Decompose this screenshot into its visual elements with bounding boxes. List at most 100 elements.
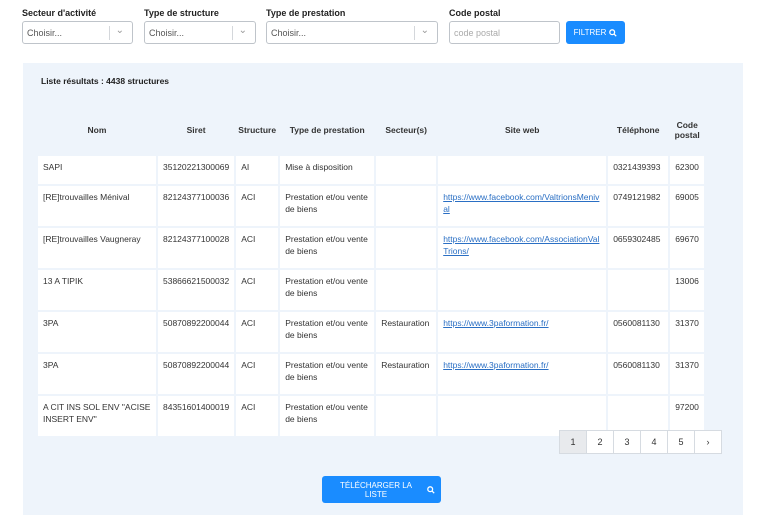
- cell-structure: ACI: [236, 312, 279, 352]
- cell-structure: ACI: [236, 186, 279, 226]
- filter-bar: Secteur d'activité Choisir... ⌄ Type de …: [22, 8, 742, 48]
- cell-nom: 13 A TIPIK: [38, 270, 156, 310]
- secteur-select-value: Choisir...: [27, 28, 63, 38]
- cell-siret: 35120221300069: [158, 156, 235, 184]
- cell-siret: 82124377100028: [158, 228, 235, 268]
- results-table: Nom Siret Structure Type de prestation S…: [36, 103, 706, 438]
- search-icon: [609, 28, 618, 37]
- column-header: Secteur(s): [385, 124, 427, 135]
- table-row: [RE]trouvailles Vaugneray 82124377100028…: [38, 228, 705, 268]
- cell-code-postal: 69670: [670, 228, 705, 268]
- cell-structure: ACI: [236, 228, 279, 268]
- cell-site: https://www.facebook.com/ValtrionsMeniva…: [438, 186, 607, 226]
- cell-siret: 84351601400019: [158, 396, 235, 436]
- cell-code-postal: 31370: [670, 312, 705, 352]
- type-prestation-select[interactable]: Choisir... ⌄: [266, 21, 438, 44]
- site-link[interactable]: https://www.facebook.com/AssociationValT…: [443, 234, 599, 256]
- column-header: Type de prestation: [289, 124, 365, 135]
- results-panel: Liste résultats : 4438 structures Nom Si…: [23, 63, 743, 515]
- column-header: Structure: [238, 124, 277, 135]
- type-structure-select[interactable]: Choisir... ⌄: [144, 21, 256, 44]
- cell-type: Prestation et/ou vente de biens: [280, 186, 375, 226]
- cell-secteur: Restauration: [376, 354, 437, 394]
- cell-type: Mise à disposition: [280, 156, 375, 184]
- table-row: 3PA 50870892200044 ACI Prestation et/ou …: [38, 312, 705, 352]
- page-4-button[interactable]: 4: [640, 430, 668, 454]
- table-header-row: Nom Siret Structure Type de prestation S…: [38, 105, 704, 154]
- cell-structure: ACI: [236, 396, 279, 436]
- type-structure-select-value: Choisir...: [149, 28, 185, 38]
- cell-type: Prestation et/ou vente de biens: [280, 228, 375, 268]
- type-structure-label: Type de structure: [144, 8, 219, 18]
- chevron-down-icon: ⌄: [420, 25, 429, 36]
- download-button-label: TÉLÉCHARGER LA LISTE: [339, 480, 413, 499]
- cell-siret: 50870892200044: [158, 354, 235, 394]
- chevron-down-icon: ⌄: [238, 25, 247, 36]
- cell-secteur: [376, 228, 437, 268]
- cell-type: Prestation et/ou vente de biens: [280, 312, 375, 352]
- select-divider: [414, 26, 415, 40]
- cell-structure: ACI: [236, 354, 279, 394]
- cell-type: Prestation et/ou vente de biens: [280, 396, 375, 436]
- cell-siret: 50870892200044: [158, 312, 235, 352]
- cell-secteur: [376, 156, 437, 184]
- results-count: Liste résultats : 4438 structures: [41, 76, 170, 86]
- cell-secteur: [376, 186, 437, 226]
- column-header: Téléphone: [616, 124, 660, 135]
- search-icon: [427, 485, 435, 494]
- column-header: Nom: [87, 124, 107, 135]
- site-link[interactable]: https://www.3paformation.fr/: [443, 360, 548, 370]
- cell-code-postal: 62300: [670, 156, 705, 184]
- type-prestation-select-value: Choisir...: [271, 28, 307, 38]
- cell-telephone: 0321439393: [608, 156, 669, 184]
- cell-nom: 3PA: [38, 312, 156, 352]
- cell-telephone: 0560081130: [608, 354, 669, 394]
- page-2-button[interactable]: 2: [586, 430, 614, 454]
- page-3-button[interactable]: 3: [613, 430, 641, 454]
- cell-nom: SAPI: [38, 156, 156, 184]
- table-row: 13 A TIPIK 53866621500032 ACI Prestation…: [38, 270, 705, 310]
- page-5-button[interactable]: 5: [667, 430, 695, 454]
- cell-nom: [RE]trouvailles Vaugneray: [38, 228, 156, 268]
- cell-code-postal: 69005: [670, 186, 705, 226]
- pagination: 1 2 3 4 5 ›: [559, 430, 722, 454]
- next-page-button[interactable]: ›: [694, 430, 722, 454]
- cell-secteur: [376, 396, 437, 436]
- secteur-label: Secteur d'activité: [22, 8, 97, 18]
- cell-structure: AI: [236, 156, 279, 184]
- column-header: Code postal: [674, 119, 700, 140]
- table-row: SAPI 35120221300069 AI Mise à dispositio…: [38, 156, 705, 184]
- code-postal-label: Code postal: [449, 8, 501, 18]
- cell-telephone: 0560081130: [608, 312, 669, 352]
- site-link[interactable]: https://www.3paformation.fr/: [443, 318, 548, 328]
- cell-siret: 82124377100036: [158, 186, 235, 226]
- cell-site: https://www.3paformation.fr/: [438, 354, 607, 394]
- cell-telephone: 0659302485: [608, 228, 669, 268]
- cell-code-postal: 31370: [670, 354, 705, 394]
- cell-site: [438, 270, 607, 310]
- cell-siret: 53866621500032: [158, 270, 235, 310]
- cell-type: Prestation et/ou vente de biens: [280, 270, 375, 310]
- filter-button-label: FILTRER: [573, 28, 607, 37]
- table-row: [RE]trouvailles Ménival 82124377100036 A…: [38, 186, 705, 226]
- cell-code-postal: 13006: [670, 270, 705, 310]
- secteur-select[interactable]: Choisir... ⌄: [22, 21, 133, 44]
- cell-type: Prestation et/ou vente de biens: [280, 354, 375, 394]
- column-header: Site web: [504, 124, 540, 135]
- cell-telephone: 0749121982: [608, 186, 669, 226]
- select-divider: [232, 26, 233, 40]
- cell-telephone: [608, 270, 669, 310]
- page-1-button[interactable]: 1: [559, 430, 587, 454]
- filter-button[interactable]: FILTRER: [566, 21, 625, 44]
- table-row: 3PA 50870892200044 ACI Prestation et/ou …: [38, 354, 705, 394]
- select-divider: [109, 26, 110, 40]
- chevron-down-icon: ⌄: [115, 25, 124, 36]
- site-link[interactable]: https://www.facebook.com/ValtrionsMeniva…: [443, 192, 599, 214]
- column-header: Siret: [186, 124, 206, 135]
- code-postal-input[interactable]: code postal: [449, 21, 560, 44]
- type-prestation-label: Type de prestation: [266, 8, 346, 18]
- cell-secteur: Restauration: [376, 312, 437, 352]
- cell-structure: ACI: [236, 270, 279, 310]
- download-list-button[interactable]: TÉLÉCHARGER LA LISTE: [322, 476, 441, 503]
- cell-site: [438, 156, 607, 184]
